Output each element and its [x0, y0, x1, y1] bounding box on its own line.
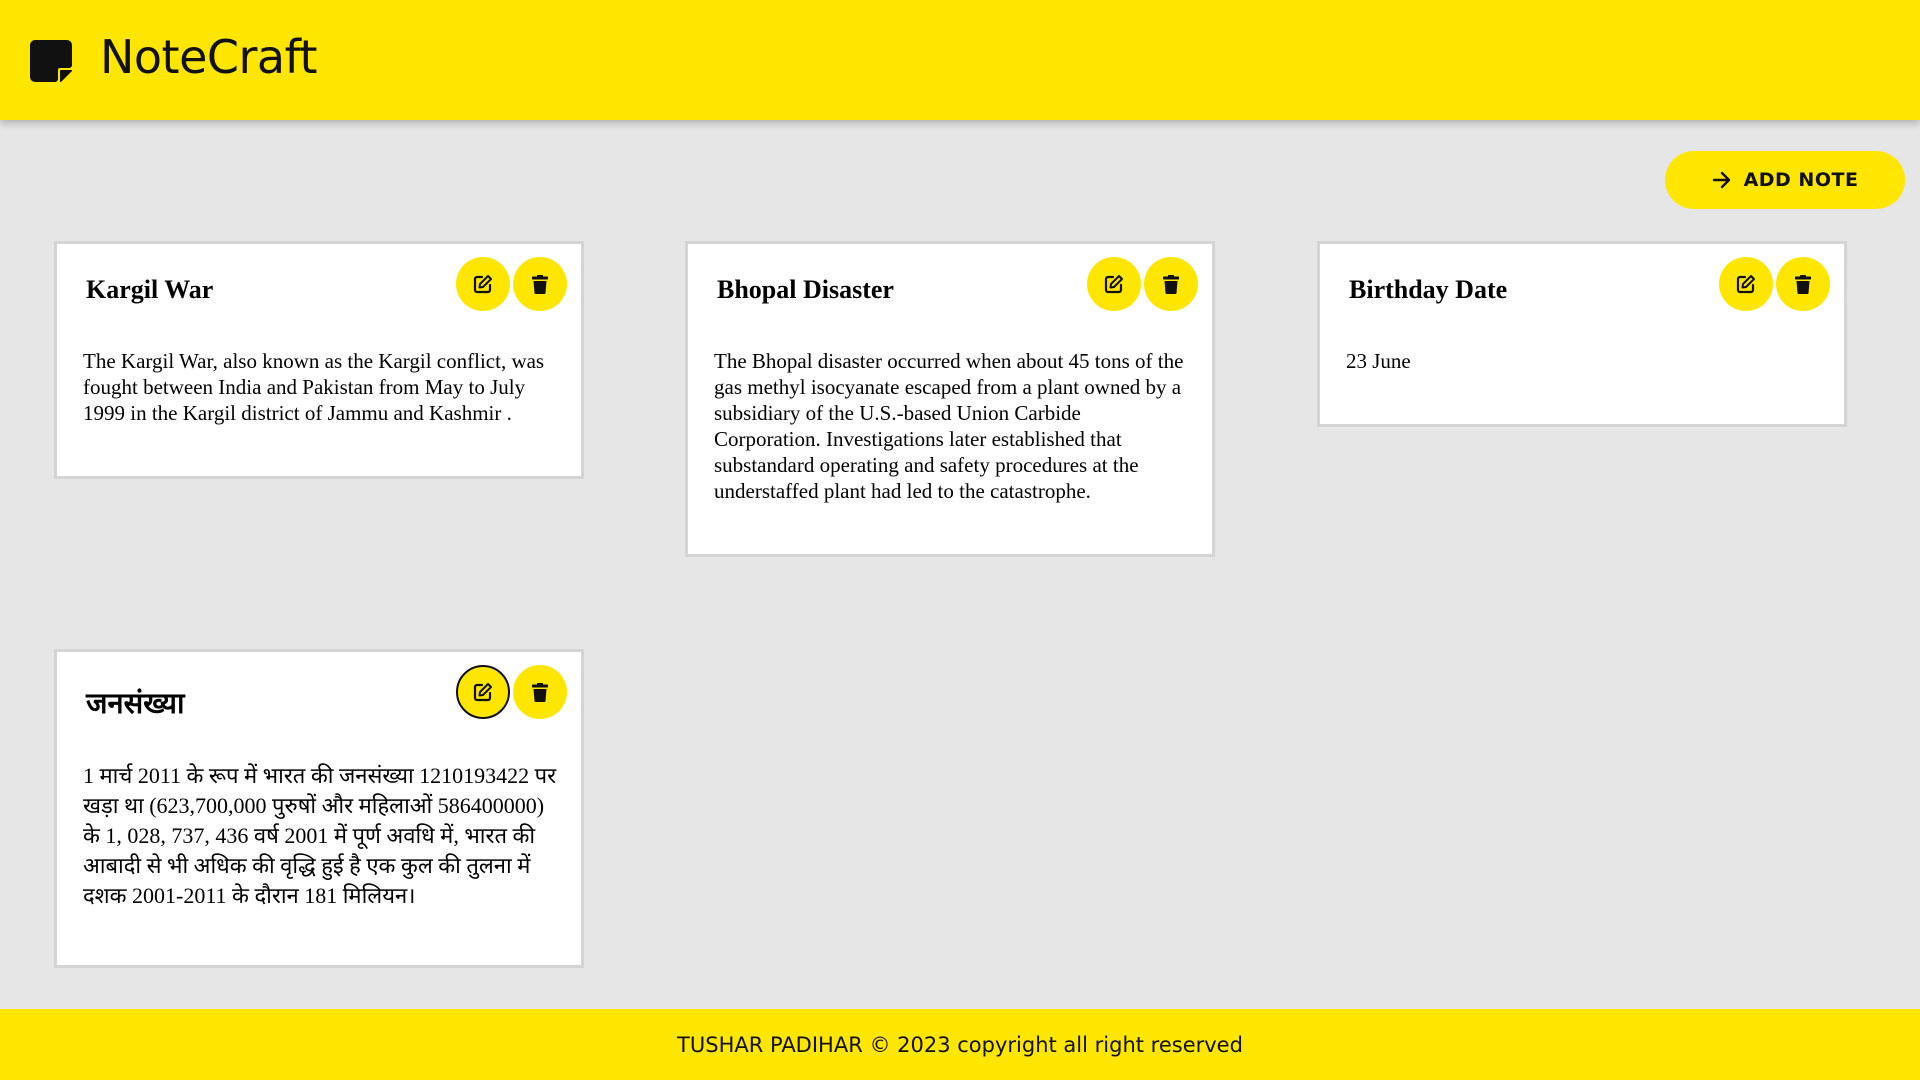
note-card: Birthday Date 23 June	[1317, 241, 1847, 427]
edit-note-button[interactable]	[456, 665, 510, 719]
arrow-right-icon	[1712, 171, 1730, 189]
edit-note-button[interactable]	[1719, 257, 1773, 311]
edit-icon	[1104, 275, 1123, 294]
sticky-note-icon	[30, 40, 72, 82]
edit-note-button[interactable]	[1087, 257, 1141, 311]
delete-note-button[interactable]	[1776, 257, 1830, 311]
footer: TUSHAR PADIHAR © 2023 copyright all righ…	[0, 1009, 1920, 1080]
delete-note-button[interactable]	[513, 665, 567, 719]
app-title: NoteCraft	[100, 30, 318, 84]
app-header: NoteCraft	[0, 0, 1920, 120]
edit-note-button[interactable]	[456, 257, 510, 311]
trash-icon	[532, 682, 548, 702]
note-body: 1 मार्च 2011 के रूप में भारत की जनसंख्या…	[83, 763, 557, 908]
delete-note-button[interactable]	[513, 257, 567, 311]
edit-icon	[473, 683, 492, 702]
trash-icon	[1163, 274, 1179, 294]
note-card: Bhopal Disaster The Bhopal disaster occu…	[685, 241, 1215, 557]
note-title: Bhopal Disaster	[717, 275, 894, 304]
add-note-label: ADD NOTE	[1743, 169, 1859, 191]
note-body: The Bhopal disaster occurred when about …	[714, 349, 1184, 503]
edit-icon	[473, 275, 492, 294]
note-body: The Kargil War, also known as the Kargil…	[83, 349, 545, 425]
note-card: जनसंख्या 1 मार्च 2011 के रूप में भारत की…	[54, 649, 584, 968]
delete-note-button[interactable]	[1144, 257, 1198, 311]
trash-icon	[532, 274, 548, 294]
edit-icon	[1736, 275, 1755, 294]
note-card: Kargil War The Kargil War, also known as…	[54, 241, 584, 479]
footer-copyright: TUSHAR PADIHAR © 2023 copyright all righ…	[677, 1032, 1243, 1057]
note-title: Birthday Date	[1349, 275, 1508, 304]
note-title: Kargil War	[86, 275, 214, 304]
note-body: 23 June	[1346, 349, 1411, 373]
add-note-button[interactable]: ADD NOTE	[1665, 151, 1905, 209]
trash-icon	[1795, 274, 1811, 294]
note-title: जनसंख्या	[86, 688, 185, 720]
